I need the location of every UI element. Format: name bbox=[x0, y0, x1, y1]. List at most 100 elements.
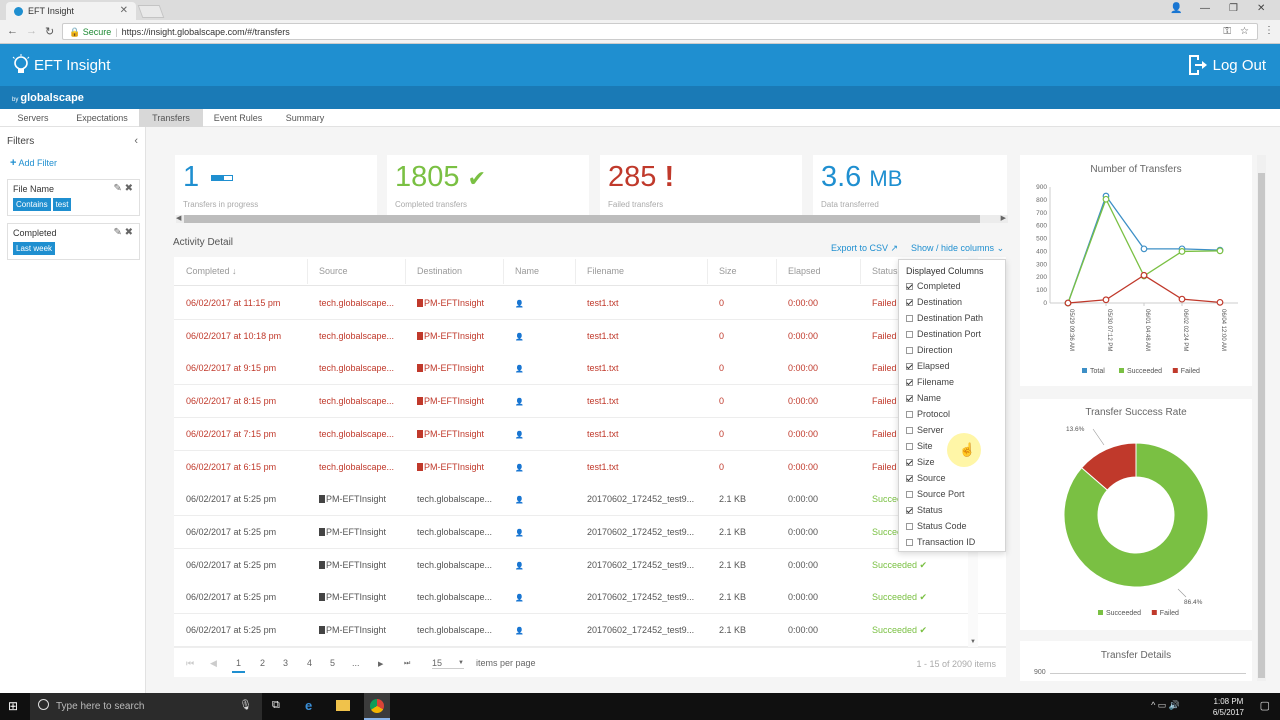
tab-expectations[interactable]: Expectations bbox=[68, 109, 136, 127]
column-option[interactable]: Name bbox=[906, 393, 941, 403]
prev-page-icon[interactable]: ◀ bbox=[210, 658, 217, 669]
column-option[interactable]: Elapsed bbox=[906, 361, 950, 371]
back-icon[interactable]: ← bbox=[7, 25, 18, 37]
page-scrollbar[interactable] bbox=[1257, 155, 1266, 681]
tab-close-icon[interactable]: ✕ bbox=[120, 5, 128, 16]
add-filter-button[interactable]: + Add Filter bbox=[10, 157, 57, 169]
key-icon[interactable]: ⚿ bbox=[1223, 26, 1231, 37]
col-source[interactable]: Source bbox=[319, 266, 348, 276]
tab-summary[interactable]: Summary bbox=[276, 109, 334, 127]
checkbox[interactable] bbox=[906, 410, 913, 418]
column-option[interactable]: Size bbox=[906, 457, 935, 467]
col-elapsed[interactable]: Elapsed bbox=[788, 266, 821, 276]
page-5[interactable]: 5 bbox=[330, 658, 335, 668]
stats-scrollbar[interactable]: ◀ ▶ bbox=[176, 215, 1008, 223]
table-row[interactable]: 06/02/2017 at 5:25 pm PM-EFTInsight tech.g… bbox=[174, 548, 1006, 582]
column-option[interactable]: Status bbox=[906, 505, 943, 515]
scrollbar-thumb[interactable] bbox=[1258, 173, 1265, 678]
file-explorer-icon[interactable] bbox=[336, 700, 350, 711]
table-row[interactable]: 06/02/2017 at 5:25 pm PM-EFTInsight tech.g… bbox=[174, 614, 1006, 647]
column-option[interactable]: Protocol bbox=[906, 409, 950, 419]
column-option[interactable]: Destination bbox=[906, 297, 962, 307]
col-completed[interactable]: Completed ↓ bbox=[186, 266, 237, 276]
tab-servers[interactable]: Servers bbox=[8, 109, 58, 127]
edit-filter-icon[interactable]: ✎ bbox=[113, 183, 121, 194]
table-row[interactable]: 06/02/2017 at 6:15 pm tech.globalscape...… bbox=[174, 450, 1006, 484]
remove-filter-icon[interactable]: ✖ bbox=[125, 183, 133, 194]
last-page-icon[interactable]: ⏭ bbox=[404, 660, 410, 668]
page-2[interactable]: 2 bbox=[260, 658, 265, 668]
scrollbar-thumb[interactable] bbox=[184, 215, 980, 223]
column-option[interactable]: Source bbox=[906, 473, 946, 483]
taskbar-clock[interactable]: 1:08 PM 6/5/2017 bbox=[1213, 696, 1244, 718]
checkbox[interactable] bbox=[906, 442, 913, 450]
minimize-icon[interactable]: — bbox=[1200, 3, 1210, 14]
table-row[interactable]: 06/02/2017 at 5:25 pm PM-EFTInsight tech.g… bbox=[174, 581, 1006, 615]
url-field[interactable]: 🔒 Secure | https://insight.globalscape.com… bbox=[62, 23, 1258, 40]
column-option[interactable]: Direction bbox=[906, 345, 953, 355]
tab-event-rules[interactable]: Event Rules bbox=[206, 109, 270, 127]
table-row[interactable]: 06/02/2017 at 10:18 pm tech.globalscape..… bbox=[174, 319, 1006, 353]
reload-icon[interactable]: ↻ bbox=[45, 25, 54, 38]
column-option[interactable]: Completed bbox=[906, 281, 961, 291]
show-hide-columns-link[interactable]: Show / hide columns ⌄ bbox=[911, 243, 1004, 254]
column-option[interactable]: Status Code bbox=[906, 521, 967, 531]
column-option[interactable]: Transaction ID bbox=[906, 537, 975, 547]
collapse-sidebar-icon[interactable]: ‹ bbox=[134, 135, 138, 147]
checkbox[interactable] bbox=[906, 522, 913, 530]
table-row[interactable]: 06/02/2017 at 5:25 pm PM-EFTInsight tech.g… bbox=[174, 515, 1006, 549]
table-row[interactable]: 06/02/2017 at 5:25 pm PM-EFTInsight tech.g… bbox=[174, 483, 1006, 517]
browser-tab[interactable]: EFT Insight ✕ bbox=[6, 2, 136, 20]
microphone-icon[interactable]: 🎙 bbox=[239, 700, 252, 711]
table-row[interactable]: 06/02/2017 at 7:15 pm tech.globalscape...… bbox=[174, 417, 1006, 451]
table-row[interactable]: 06/02/2017 at 8:15 pm tech.globalscape...… bbox=[174, 385, 1006, 419]
column-option[interactable]: Source Port bbox=[906, 489, 965, 499]
checkbox[interactable] bbox=[906, 426, 913, 434]
logout-button[interactable]: Log Out bbox=[1187, 54, 1266, 76]
checkbox[interactable] bbox=[906, 538, 913, 546]
column-option[interactable]: Server bbox=[906, 425, 944, 435]
edge-browser-icon[interactable]: e bbox=[305, 698, 312, 713]
col-size[interactable]: Size bbox=[719, 266, 737, 276]
filter-card-file-name[interactable]: File Name ✎ ✖ Contains test bbox=[7, 179, 140, 216]
bookmark-star-icon[interactable]: ☆ bbox=[1240, 26, 1249, 37]
export-csv-link[interactable]: Export to CSV ↗ bbox=[831, 243, 898, 254]
column-option[interactable]: Destination Port bbox=[906, 329, 981, 339]
remove-filter-icon[interactable]: ✖ bbox=[125, 227, 133, 238]
table-row[interactable]: 06/02/2017 at 11:15 pm tech.globalscape..… bbox=[174, 287, 1006, 320]
checkbox[interactable] bbox=[906, 330, 913, 338]
system-tray-icons[interactable]: ^ ▭ 🔊 bbox=[1151, 700, 1180, 711]
checkbox[interactable] bbox=[906, 314, 913, 322]
tab-transfers[interactable]: Transfers bbox=[139, 109, 203, 127]
col-destination[interactable]: Destination bbox=[417, 266, 462, 276]
checkbox[interactable] bbox=[906, 346, 913, 354]
first-page-icon[interactable]: ⏮ bbox=[186, 658, 194, 669]
checkbox[interactable] bbox=[906, 490, 913, 498]
scroll-down-icon[interactable]: ▼ bbox=[970, 639, 976, 645]
scroll-right-icon[interactable]: ▶ bbox=[1001, 214, 1006, 222]
checkbox[interactable] bbox=[906, 394, 913, 402]
checkbox[interactable] bbox=[906, 506, 913, 514]
windows-start-icon[interactable]: ⊞ bbox=[8, 699, 18, 713]
column-option[interactable]: Filename bbox=[906, 377, 954, 387]
profile-icon[interactable]: 👤 bbox=[1170, 3, 1182, 14]
per-page-select[interactable]: 15 ▼ bbox=[432, 658, 464, 669]
page-3[interactable]: 3 bbox=[283, 658, 288, 668]
column-option[interactable]: Site bbox=[906, 441, 933, 451]
checkbox[interactable] bbox=[906, 474, 913, 482]
col-filename[interactable]: Filename bbox=[587, 266, 624, 276]
scroll-left-icon[interactable]: ◀ bbox=[176, 214, 181, 222]
maximize-icon[interactable]: ❐ bbox=[1229, 3, 1238, 14]
window-close-icon[interactable]: ✕ bbox=[1257, 3, 1265, 14]
edit-filter-icon[interactable]: ✎ bbox=[113, 227, 121, 238]
browser-menu-icon[interactable]: ⋮ bbox=[1264, 25, 1274, 36]
next-page-icon[interactable]: ▶ bbox=[378, 660, 383, 668]
filter-card-completed[interactable]: Completed ✎ ✖ Last week bbox=[7, 223, 140, 260]
taskbar-search-box[interactable]: Type here to search 🎙 bbox=[30, 693, 262, 720]
chrome-taskbar-button[interactable] bbox=[364, 693, 390, 720]
page-4[interactable]: 4 bbox=[307, 658, 312, 668]
notifications-icon[interactable]: ▢ bbox=[1260, 699, 1270, 712]
page-1[interactable]: 1 bbox=[232, 655, 246, 673]
checkbox[interactable] bbox=[906, 378, 913, 386]
table-row[interactable]: 06/02/2017 at 9:15 pm tech.globalscape...… bbox=[174, 352, 1006, 386]
